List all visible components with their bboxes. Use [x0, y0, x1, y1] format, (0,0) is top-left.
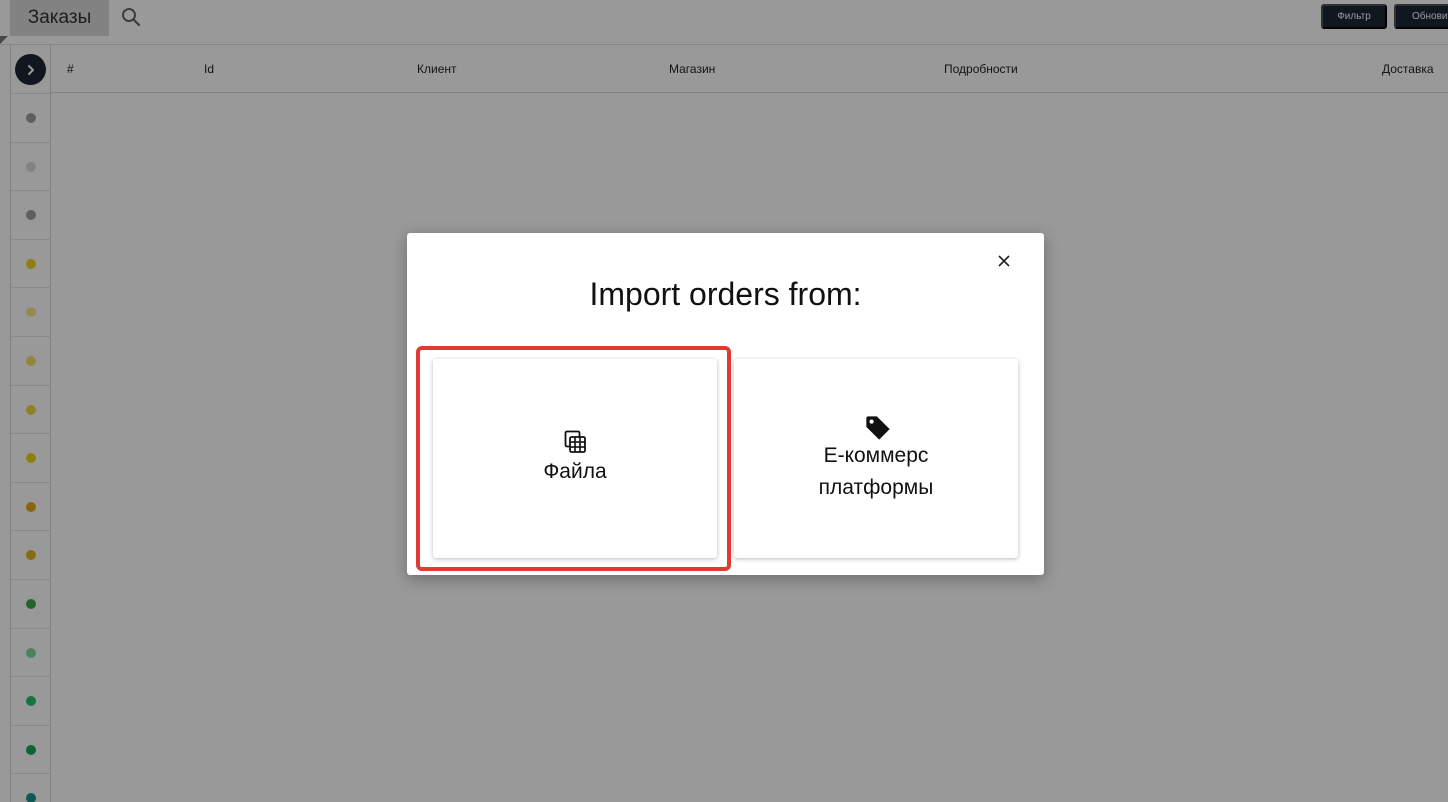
close-button[interactable]: [993, 250, 1015, 272]
import-from-file-label: Файла: [543, 459, 607, 483]
import-from-file-option[interactable]: Файла: [433, 359, 717, 558]
import-orders-modal: Import orders from: Файла E-коммерс плат…: [407, 233, 1044, 575]
tag-icon: [864, 414, 890, 440]
import-from-ecommerce-option[interactable]: E-коммерс платформы: [734, 359, 1018, 558]
modal-title: Import orders from:: [589, 276, 862, 312]
close-icon: [998, 255, 1010, 267]
spreadsheet-icon: [563, 430, 587, 454]
import-from-ecommerce-label: E-коммерс платформы: [818, 443, 934, 499]
